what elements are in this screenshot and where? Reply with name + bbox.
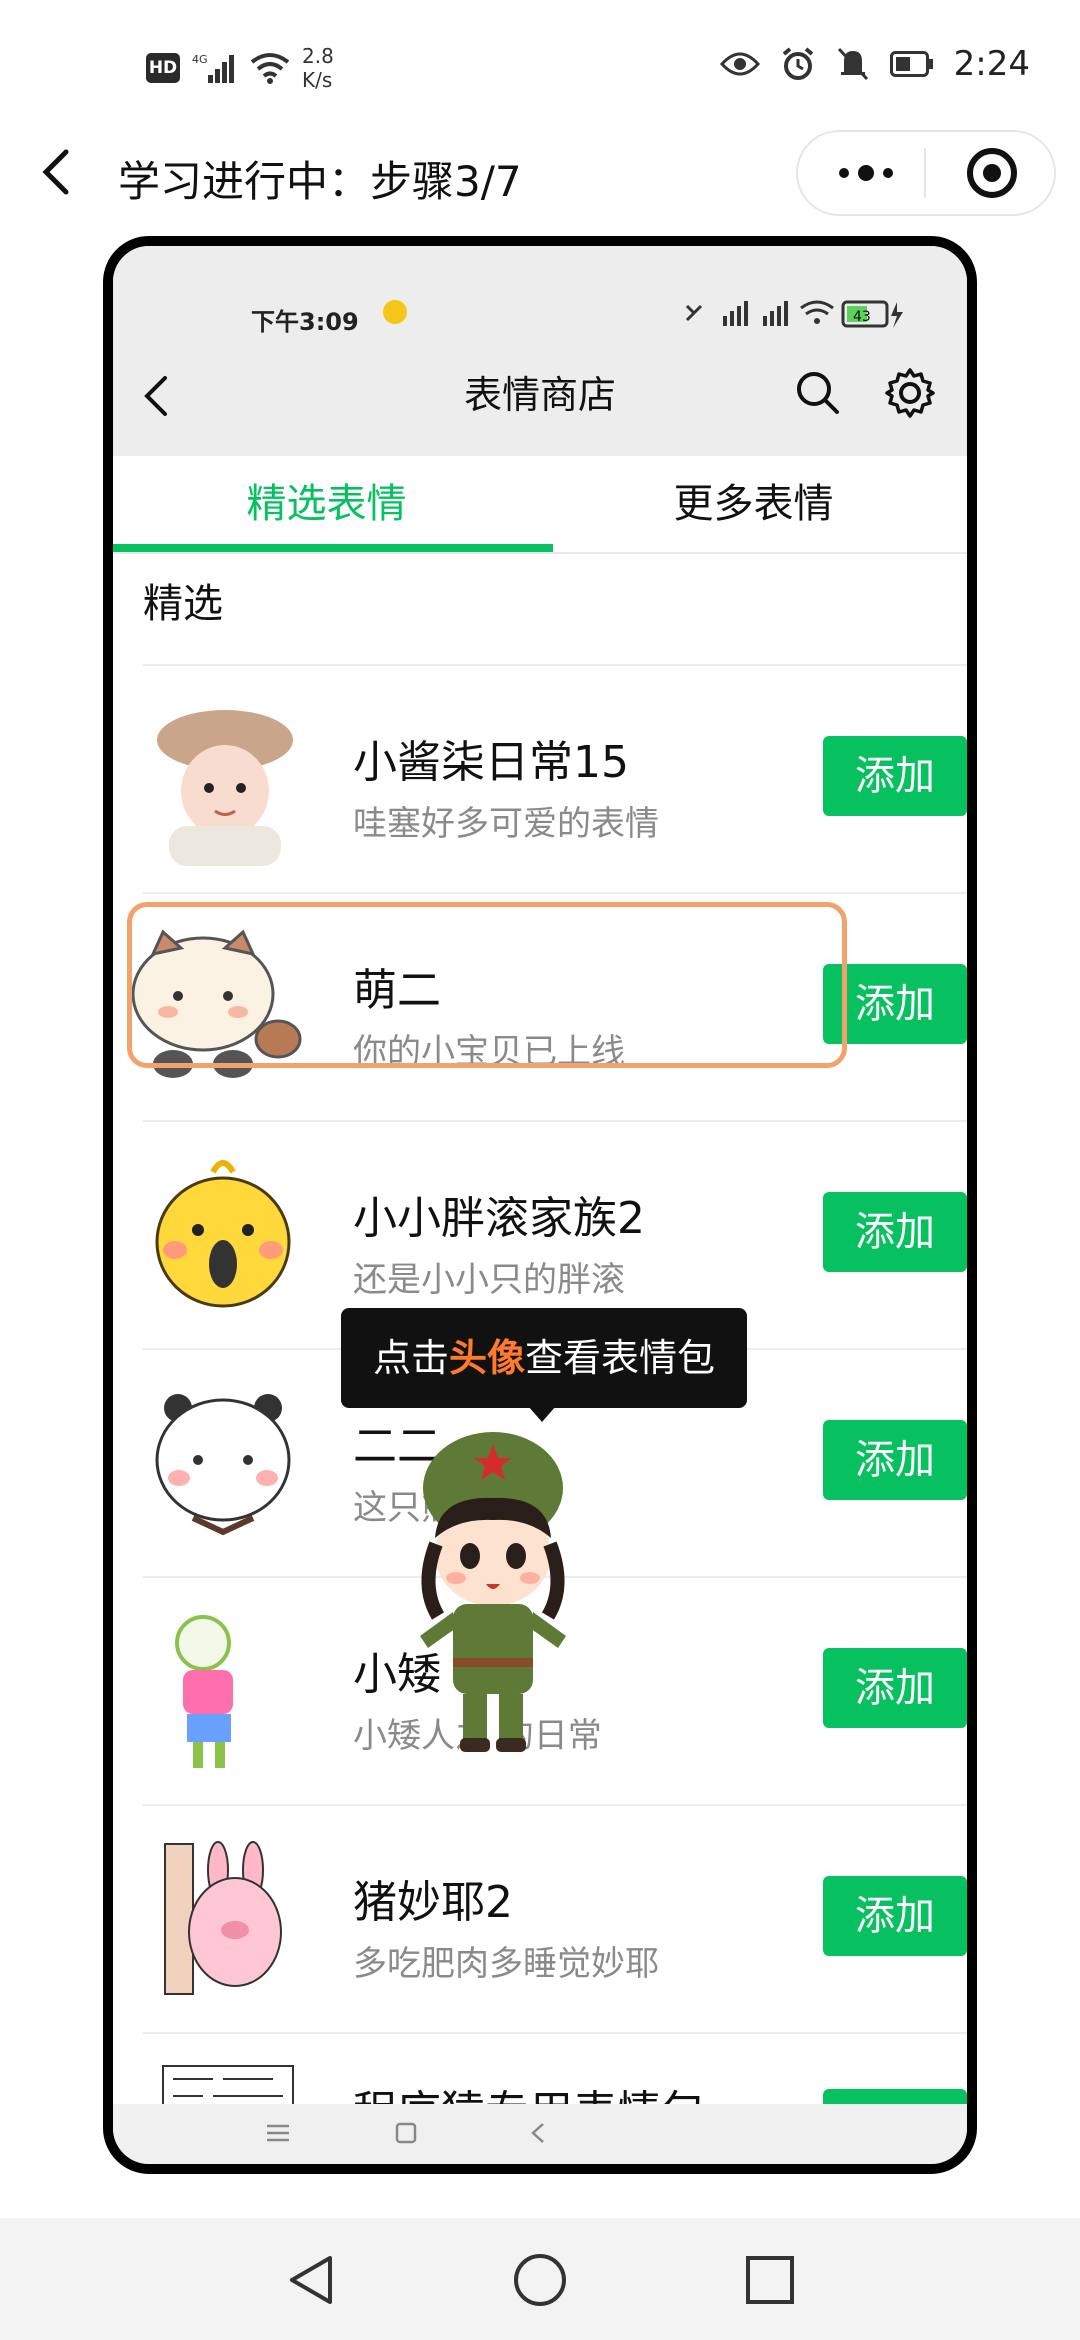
status-bar: HD 4G 2.8 K/s 2:24 bbox=[0, 0, 1080, 130]
add-button[interactable]: 添加 bbox=[823, 1420, 967, 1500]
active-tab-indicator bbox=[113, 544, 553, 552]
inner-status-time: 下午3:09 bbox=[251, 308, 359, 336]
wifi-icon bbox=[250, 53, 290, 84]
more-dots-icon bbox=[839, 165, 893, 181]
sticker-name: 小小胖滚家族2 bbox=[353, 1193, 645, 1244]
nav-back-triangle-icon[interactable] bbox=[284, 2250, 340, 2310]
cellular-signal-icon: 4G bbox=[192, 53, 234, 83]
sticker-thumbnail-panda[interactable] bbox=[143, 1380, 303, 1550]
sticker-name: 程序猿专用表情包 bbox=[353, 2076, 705, 2104]
phone-frame: 下午3:09 43 表情商店 精选表情 更多表情 精选 小酱柒日常15 哇塞好多… bbox=[103, 236, 977, 2174]
tab-more[interactable]: 更多表情 bbox=[540, 456, 967, 552]
battery-icon bbox=[889, 51, 933, 77]
svg-text:43: 43 bbox=[853, 309, 871, 325]
tooltip-suffix: 查看表情包 bbox=[525, 1336, 716, 1380]
sticker-thumbnail-programmer[interactable] bbox=[143, 2064, 303, 2104]
section-title: 精选 bbox=[143, 581, 223, 627]
tooltip-prefix: 点击 bbox=[372, 1336, 449, 1380]
nav-recents-square-icon[interactable] bbox=[740, 2250, 800, 2310]
nav-home-circle-icon[interactable] bbox=[510, 2250, 570, 2310]
inner-status-icons: 43 bbox=[685, 300, 903, 328]
highlight-frame bbox=[127, 902, 847, 1068]
close-miniprogram-button[interactable] bbox=[964, 145, 1020, 201]
status-right: 2:24 bbox=[719, 44, 1030, 84]
add-button[interactable]: 添加 bbox=[823, 1192, 967, 1272]
back-chevron-icon[interactable] bbox=[523, 2118, 553, 2148]
notification-icon bbox=[383, 300, 407, 324]
capsule-divider bbox=[924, 148, 926, 198]
add-button[interactable]: 添加 bbox=[823, 1876, 967, 1956]
sticker-thumbnail-chick[interactable] bbox=[143, 1152, 303, 1322]
hd-badge: HD bbox=[146, 53, 180, 83]
tooltip-pointer bbox=[528, 1406, 556, 1422]
net-speed: 2.8 K/s bbox=[302, 44, 334, 92]
add-button[interactable]: 添加 bbox=[823, 2089, 967, 2104]
sticker-name: 猪妙耶2 bbox=[353, 1877, 513, 1928]
sticker-row[interactable]: 猪妙耶2 多吃肥肉多睡觉妙耶 添加 bbox=[113, 1806, 967, 2034]
sticker-name: 小酱柒日常15 bbox=[353, 737, 629, 788]
settings-button[interactable] bbox=[883, 366, 937, 420]
status-left: HD 4G 2.8 K/s bbox=[146, 44, 334, 92]
sticker-desc: 哇塞好多可爱的表情 bbox=[353, 804, 659, 844]
guide-tooltip: 点击头像查看表情包 bbox=[341, 1308, 747, 1408]
chevron-left-icon bbox=[42, 149, 69, 195]
search-button[interactable] bbox=[793, 368, 843, 418]
net-speed-value: 2.8 bbox=[302, 44, 334, 68]
sticker-thumbnail-little-person[interactable] bbox=[143, 1608, 303, 1778]
menu-icon[interactable] bbox=[261, 2118, 295, 2148]
sticker-row[interactable]: 小酱柒日常15 哇塞好多可爱的表情 添加 bbox=[113, 666, 967, 894]
net-speed-unit: K/s bbox=[302, 68, 333, 92]
status-time: 2:24 bbox=[953, 44, 1030, 84]
search-icon bbox=[797, 372, 839, 414]
page-title: 学习进行中：步骤3/7 bbox=[118, 157, 522, 206]
sticker-row[interactable]: 程序猿专用表情包 添加 bbox=[113, 2034, 967, 2104]
mute-bell-icon bbox=[837, 47, 868, 81]
tooltip-highlight: 头像 bbox=[448, 1336, 525, 1380]
sticker-desc: 还是小小只的胖滚 bbox=[353, 1260, 625, 1300]
target-circle-icon bbox=[967, 148, 1017, 198]
back-button[interactable] bbox=[36, 142, 76, 202]
sticker-thumbnail-pig[interactable] bbox=[143, 1836, 303, 2006]
svg-text:4G: 4G bbox=[192, 53, 208, 66]
eye-icon bbox=[719, 52, 760, 76]
home-square-icon[interactable] bbox=[391, 2118, 421, 2148]
gear-icon bbox=[885, 368, 935, 418]
guide-mascot bbox=[420, 1432, 566, 1752]
add-button[interactable]: 添加 bbox=[823, 1648, 967, 1728]
more-button[interactable] bbox=[826, 150, 906, 196]
add-button[interactable]: 添加 bbox=[823, 736, 967, 816]
sticker-desc: 多吃肥肉多睡觉妙耶 bbox=[353, 1944, 659, 1984]
tab-featured[interactable]: 精选表情 bbox=[113, 456, 540, 552]
sticker-thumbnail-girl[interactable] bbox=[143, 696, 303, 866]
alarm-icon bbox=[782, 47, 813, 80]
